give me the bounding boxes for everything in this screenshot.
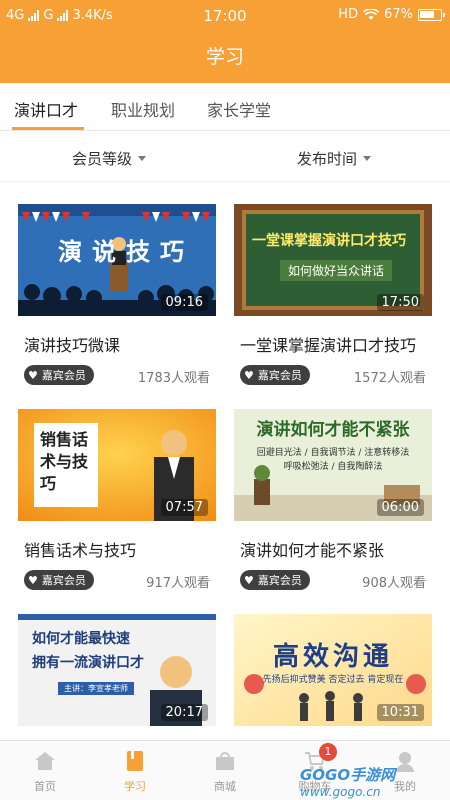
course-card[interactable]: 如何才能最快速 拥有一流演讲口才 主讲：李宣孝老师 20:17 xyxy=(18,614,216,726)
heart-icon: ♥ xyxy=(244,368,254,382)
member-badge-label: 嘉宾会员 xyxy=(257,369,302,382)
view-count: 1572人观看 xyxy=(353,371,426,386)
thumbnail-subtitle: 主讲：李宣孝老师 xyxy=(58,682,134,695)
member-level-filter[interactable]: 会员等级 xyxy=(72,148,147,169)
thumbnail-subtitle: 回避目光法 / 自我调节法 / 注意转移法 xyxy=(256,448,410,458)
nav-study-label: 学习 xyxy=(124,780,146,793)
course-thumbnail[interactable]: 如何才能最快速 拥有一流演讲口才 主讲：李宣孝老师 20:17 xyxy=(18,614,216,726)
heart-icon: ♥ xyxy=(28,368,38,382)
thumbnail-headline: 一堂课掌握演讲口才技巧 xyxy=(252,233,406,249)
thumbnail-subtitle: 先扬后抑式赞美 否定过去 肯定现在 xyxy=(262,675,404,685)
course-thumbnail[interactable]: 高效沟通 先扬后抑式赞美 否定过去 肯定现在 10:31 xyxy=(234,614,432,726)
nav-home[interactable]: 首页 xyxy=(15,749,75,794)
active-tab-indicator xyxy=(12,127,84,130)
cart-count-badge: 1 xyxy=(319,743,337,761)
member-badge-label: 嘉宾会员 xyxy=(41,369,86,382)
nav-study[interactable]: 学习 xyxy=(105,749,165,794)
view-count: 917人观看 xyxy=(146,576,210,591)
course-card[interactable]: 演说技巧 09:16 演讲技巧微课 ♥ 嘉宾会员 1783人观看 xyxy=(18,204,216,394)
app-screen: 4G G 3.4K/s 17:00 HD 67% 学习 演讲口才 职业规划 家长… xyxy=(0,0,450,800)
battery-icon xyxy=(418,8,445,21)
thumbnail-headline: 销售话术与技巧 xyxy=(40,430,89,493)
thumbnail-headline: 高效沟通 xyxy=(272,642,393,672)
member-badge-label: 嘉宾会员 xyxy=(41,574,86,587)
nav-home-label: 首页 xyxy=(34,780,56,793)
member-badge: ♥ 嘉宾会员 xyxy=(24,570,94,590)
view-count: 908人观看 xyxy=(362,576,426,591)
course-title[interactable]: 演讲技巧微课 xyxy=(24,332,120,356)
member-badge: ♥ 嘉宾会员 xyxy=(240,365,310,385)
member-level-label: 会员等级 xyxy=(72,150,133,168)
video-duration: 10:31 xyxy=(376,704,424,721)
course-title[interactable]: 一堂课掌握演讲口才技巧 xyxy=(240,332,416,356)
home-icon xyxy=(35,752,55,770)
course-thumbnail[interactable]: 演说技巧 09:16 xyxy=(18,204,216,316)
course-thumbnail[interactable]: 一堂课掌握演讲口才技巧 如何做好当众讲话 17:50 xyxy=(234,204,432,316)
video-duration: 17:50 xyxy=(376,294,424,311)
tab-career[interactable]: 职业规划 xyxy=(111,97,175,121)
thumbnail-headline: 如何才能最快速 xyxy=(32,631,130,647)
course-title[interactable]: 演讲如何才能不紧张 xyxy=(240,537,384,561)
heart-icon: ♥ xyxy=(28,573,38,587)
site-watermark: GOGO手游网 www.gogo.cn xyxy=(300,764,395,799)
watermark-url: www.gogo.cn xyxy=(300,785,381,799)
video-duration: 09:16 xyxy=(160,294,208,311)
heart-icon: ♥ xyxy=(244,573,254,587)
thumbnail-headline: 演讲如何才能不紧张 xyxy=(256,420,410,440)
course-card[interactable]: 销售话术与技巧 07:57 销售话术与技巧 ♥ 嘉宾会员 917人观看 xyxy=(18,409,216,599)
battery-level: 67% xyxy=(384,7,413,22)
video-duration: 07:57 xyxy=(160,499,208,516)
status-right: HD 67% xyxy=(338,7,445,22)
course-title[interactable]: 销售话术与技巧 xyxy=(24,537,136,561)
nav-shop[interactable]: 商城 xyxy=(195,749,255,794)
app-bar: 4G G 3.4K/s 17:00 HD 67% 学习 xyxy=(0,0,450,83)
profile-icon xyxy=(396,752,414,772)
member-badge: ♥ 嘉宾会员 xyxy=(240,570,310,590)
thumbnail-headline: 演说技巧 xyxy=(58,238,194,266)
hd-indicator: HD xyxy=(338,7,359,22)
video-duration: 20:17 xyxy=(160,704,208,721)
course-card[interactable]: 一堂课掌握演讲口才技巧 如何做好当众讲话 17:50 一堂课掌握演讲口才技巧 ♥… xyxy=(234,204,432,394)
filter-bar: 会员等级 发布时间 xyxy=(0,132,450,182)
status-bar: 4G G 3.4K/s 17:00 HD 67% xyxy=(0,0,450,32)
publish-time-filter[interactable]: 发布时间 xyxy=(297,148,372,169)
watermark-text: GOGO手游网 xyxy=(300,766,396,784)
member-badge: ♥ 嘉宾会员 xyxy=(24,365,94,385)
nav-shop-label: 商城 xyxy=(214,780,236,793)
thumbnail-headline-2: 拥有一流演讲口才 xyxy=(32,655,144,671)
course-thumbnail[interactable]: 销售话术与技巧 07:57 xyxy=(18,409,216,521)
book-icon xyxy=(127,751,143,771)
course-thumbnail[interactable]: 演讲如何才能不紧张 回避目光法 / 自我调节法 / 注意转移法 呼吸松弛法 / … xyxy=(234,409,432,521)
caret-down-icon xyxy=(138,156,147,161)
thumbnail-subtitle-2: 呼吸松弛法 / 自我陶醉法 xyxy=(283,462,383,472)
shop-icon xyxy=(216,752,234,770)
wifi-icon xyxy=(363,8,380,20)
thumbnail-subtitle: 如何做好当众讲话 xyxy=(280,260,393,281)
category-tabs: 演讲口才 职业规划 家长学堂 xyxy=(0,83,450,131)
tab-parents[interactable]: 家长学堂 xyxy=(207,97,271,121)
member-badge-label: 嘉宾会员 xyxy=(257,574,302,587)
caret-down-icon xyxy=(363,156,372,161)
video-duration: 06:00 xyxy=(376,499,424,516)
course-card[interactable]: 高效沟通 先扬后抑式赞美 否定过去 肯定现在 10:31 xyxy=(234,614,432,726)
publish-time-label: 发布时间 xyxy=(297,150,358,168)
view-count: 1783人观看 xyxy=(137,371,210,386)
course-card[interactable]: 演讲如何才能不紧张 回避目光法 / 自我调节法 / 注意转移法 呼吸松弛法 / … xyxy=(234,409,432,599)
page-title: 学习 xyxy=(205,46,244,68)
tab-speech[interactable]: 演讲口才 xyxy=(14,97,78,121)
